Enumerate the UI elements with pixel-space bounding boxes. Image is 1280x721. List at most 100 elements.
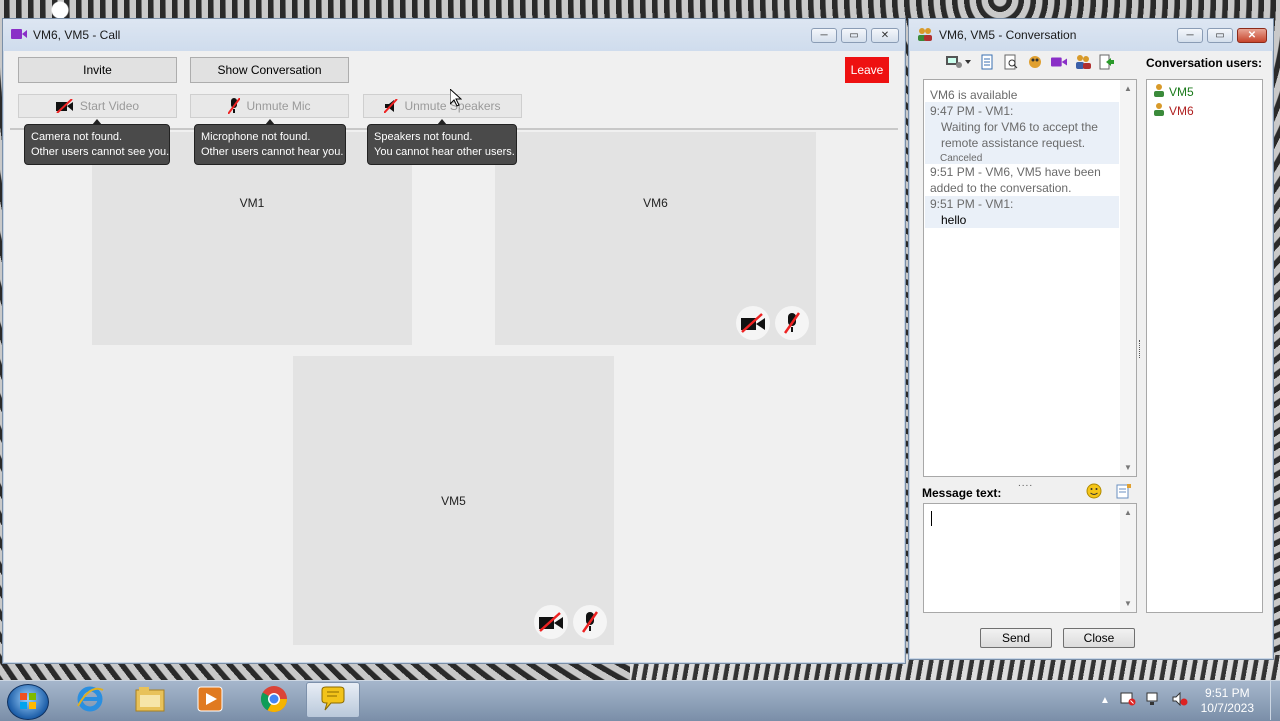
- taskbar-internet-explorer[interactable]: [63, 682, 117, 718]
- clock-time: 9:51 PM: [1204, 686, 1250, 700]
- tooltip-line: Other users cannot hear you.: [201, 146, 344, 158]
- network-icon[interactable]: [1146, 692, 1162, 709]
- close-button[interactable]: ✕: [871, 28, 899, 43]
- mic-off-icon: [573, 605, 607, 639]
- participant-tile-vm6[interactable]: VM6: [495, 132, 816, 345]
- whiteboard-icon[interactable]: [1027, 54, 1043, 70]
- internet-explorer-icon: [75, 684, 105, 717]
- message-input-scrollbar[interactable]: ▲ ▼: [1120, 504, 1136, 612]
- message-text: 9:51 PM - VM6, VM5 have been: [930, 165, 1101, 179]
- camera-off-icon: [534, 605, 568, 639]
- message-input[interactable]: [923, 503, 1137, 613]
- leave-button[interactable]: Leave: [845, 57, 889, 83]
- windows-logo-icon: [19, 692, 37, 713]
- mic-off-icon: [775, 306, 809, 340]
- participant-name: VM6: [643, 196, 668, 210]
- conversation-users-panel: [1146, 79, 1263, 613]
- action-center-icon[interactable]: [1120, 692, 1136, 709]
- message-text: remote assistance request.: [941, 136, 1086, 150]
- close-conversation-button[interactable]: Close: [1063, 628, 1135, 648]
- message-text: added to the conversation.: [930, 181, 1072, 195]
- tooltip-line: Microphone not found.: [201, 131, 311, 143]
- splitter-grip[interactable]: ....: [1018, 478, 1033, 489]
- video-call-icon: [11, 28, 27, 43]
- media-player-icon: [197, 686, 223, 715]
- user-name: VM5: [1169, 84, 1194, 99]
- maximize-button[interactable]: ▭: [841, 28, 867, 43]
- folder-icon: [135, 686, 165, 715]
- chrome-icon: [259, 684, 289, 717]
- maximize-button[interactable]: ▭: [1207, 28, 1233, 43]
- chat-bubble-icon: [319, 685, 347, 716]
- call-window-title: VM6, VM5 - Call: [33, 28, 121, 42]
- users-icon: [917, 27, 933, 44]
- tooltip-line: You cannot hear other users.: [374, 146, 515, 158]
- invite-label: Invite: [83, 63, 112, 77]
- conversation-window-titlebar[interactable]: VM6, VM5 - Conversation ─ ▭ ✕: [909, 19, 1273, 51]
- show-desktop-button[interactable]: [1270, 681, 1280, 720]
- speaker-off-icon: [384, 99, 399, 113]
- conversation-toolbar: [945, 54, 1115, 70]
- close-label: Close: [1083, 631, 1115, 645]
- taskbar-chrome[interactable]: [247, 682, 301, 718]
- video-call-icon[interactable]: [1051, 54, 1067, 70]
- taskbar-file-explorer[interactable]: [123, 682, 177, 718]
- taskbar-media-player[interactable]: [183, 682, 237, 718]
- message-header: 9:51 PM - VM1:: [930, 197, 1014, 211]
- show-conversation-label: Show Conversation: [217, 63, 322, 77]
- volume-muted-icon[interactable]: [1172, 691, 1188, 709]
- send-button[interactable]: Send: [980, 628, 1052, 648]
- system-tray: ▲: [1100, 691, 1188, 709]
- clock-date: 10/7/2023: [1200, 701, 1254, 715]
- conversation-users-header: Conversation users:: [1146, 56, 1263, 70]
- leave-label: Leave: [850, 63, 884, 77]
- minimize-button[interactable]: ─: [1177, 28, 1203, 43]
- show-conversation-button[interactable]: Show Conversation: [190, 57, 349, 83]
- tooltip-line: Camera not found.: [31, 131, 123, 143]
- taskbar-clock[interactable]: 9:51 PM 10/7/2023: [1201, 686, 1254, 716]
- call-window-titlebar[interactable]: VM6, VM5 - Call ─ ▭ ✕: [3, 19, 905, 51]
- documents-icon[interactable]: [979, 54, 995, 70]
- start-video-button[interactable]: Start Video: [18, 94, 177, 118]
- mouse-cursor-icon: [449, 87, 463, 110]
- user-icon: [1153, 102, 1165, 119]
- camera-off-icon: [55, 99, 74, 113]
- close-button[interactable]: ✕: [1237, 28, 1267, 43]
- message-text-label: Message text:: [922, 486, 1002, 500]
- user-item-vm6[interactable]: VM6: [1153, 102, 1194, 119]
- participant-tile-vm5[interactable]: VM5: [293, 356, 614, 645]
- unmute-mic-label: Unmute Mic: [246, 99, 311, 113]
- unmute-mic-button[interactable]: Unmute Mic: [190, 94, 349, 118]
- microphone-tooltip: Microphone not found. Other users cannot…: [194, 119, 346, 165]
- participant-name: VM1: [239, 196, 265, 210]
- view-file-icon[interactable]: [1003, 54, 1019, 70]
- minimize-button[interactable]: ─: [811, 28, 837, 43]
- user-icon: [1153, 83, 1165, 100]
- message-header: 9:47 PM - VM1:: [930, 104, 1014, 118]
- mic-off-icon: [228, 98, 241, 114]
- format-text-icon[interactable]: [1116, 483, 1132, 502]
- send-label: Send: [1001, 631, 1031, 645]
- participant-name: VM5: [441, 494, 466, 508]
- leave-conversation-icon[interactable]: [1099, 54, 1115, 70]
- unmute-speakers-button[interactable]: Unmute Speakers: [363, 94, 522, 118]
- camera-off-icon: [736, 306, 770, 340]
- tooltip-line: Other users cannot see you.: [31, 146, 170, 158]
- start-button[interactable]: [7, 684, 49, 720]
- emoticon-icon[interactable]: [1086, 483, 1102, 502]
- vertical-splitter-grip[interactable]: [1139, 340, 1143, 358]
- invite-button[interactable]: Invite: [18, 57, 177, 83]
- taskbar-chat-app[interactable]: [306, 682, 360, 718]
- add-users-icon[interactable]: [1075, 54, 1091, 70]
- start-video-label: Start Video: [79, 99, 140, 113]
- text-caret: [931, 511, 932, 526]
- speakers-tooltip: Speakers not found. You cannot hear othe…: [367, 119, 517, 165]
- show-hidden-icons-icon[interactable]: ▲: [1100, 695, 1110, 706]
- remote-assistance-dropdown-icon[interactable]: [945, 54, 971, 70]
- message-text: Waiting for VM6 to accept the: [941, 120, 1098, 134]
- message-history-scrollbar[interactable]: ▲ ▼: [1120, 80, 1136, 476]
- user-item-vm5[interactable]: VM5: [1153, 83, 1194, 100]
- message-text: hello: [941, 213, 967, 227]
- tooltip-line: Speakers not found.: [374, 131, 473, 143]
- conversation-window-title: VM6, VM5 - Conversation: [939, 28, 1077, 42]
